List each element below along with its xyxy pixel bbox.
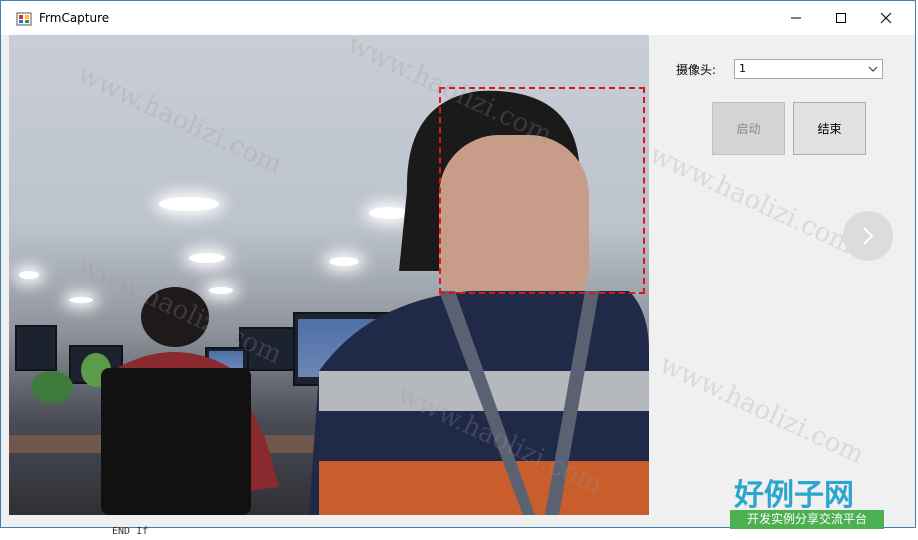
app-icon	[16, 12, 32, 26]
minimize-icon	[791, 17, 801, 19]
client-area: www.haolizi.com www.haolizi.com www.haol…	[1, 35, 915, 527]
stop-button-label: 结束	[817, 122, 842, 136]
background-code-text: END If	[112, 526, 149, 537]
plant	[31, 371, 73, 403]
close-icon	[880, 12, 892, 24]
maximize-icon	[836, 13, 846, 23]
capture-window: FrmCapture www.haolizi.com www.haolizi.c…	[0, 0, 916, 528]
watermark: www.haolizi.com	[645, 139, 859, 261]
logo-subtitle: 开发实例分享交流平台	[730, 510, 884, 529]
window-title: FrmCapture	[39, 11, 110, 25]
camera-select[interactable]: 1	[734, 59, 883, 79]
watermark: www.haolizi.com	[655, 349, 869, 471]
start-button-label: 启动	[736, 122, 761, 136]
office-chair	[101, 368, 251, 515]
background-monitor	[15, 325, 57, 371]
start-button[interactable]: 启动	[712, 102, 785, 155]
ceiling-light	[19, 271, 39, 279]
watermark: www.haolizi.com	[73, 59, 287, 181]
site-logo: 好例子网 开发实例分享交流平台	[730, 470, 884, 530]
stop-button[interactable]: 结束	[793, 102, 866, 155]
camera-label: 摄像头:	[676, 63, 717, 77]
ceiling-light	[189, 253, 225, 263]
video-preview: www.haolizi.com www.haolizi.com www.haol…	[9, 35, 649, 515]
camera-select-value: 1	[739, 62, 746, 75]
logo-title: 好例子网	[734, 478, 854, 513]
minimize-button[interactable]	[773, 1, 819, 35]
close-button[interactable]	[863, 1, 909, 35]
ceiling-light	[159, 197, 219, 211]
title-bar[interactable]: FrmCapture	[1, 1, 915, 35]
chevron-right-icon	[863, 227, 874, 245]
face-detection-box	[439, 87, 645, 294]
next-arrow-button[interactable]	[843, 211, 893, 261]
chevron-down-icon	[868, 66, 878, 72]
maximize-button[interactable]	[818, 1, 864, 35]
